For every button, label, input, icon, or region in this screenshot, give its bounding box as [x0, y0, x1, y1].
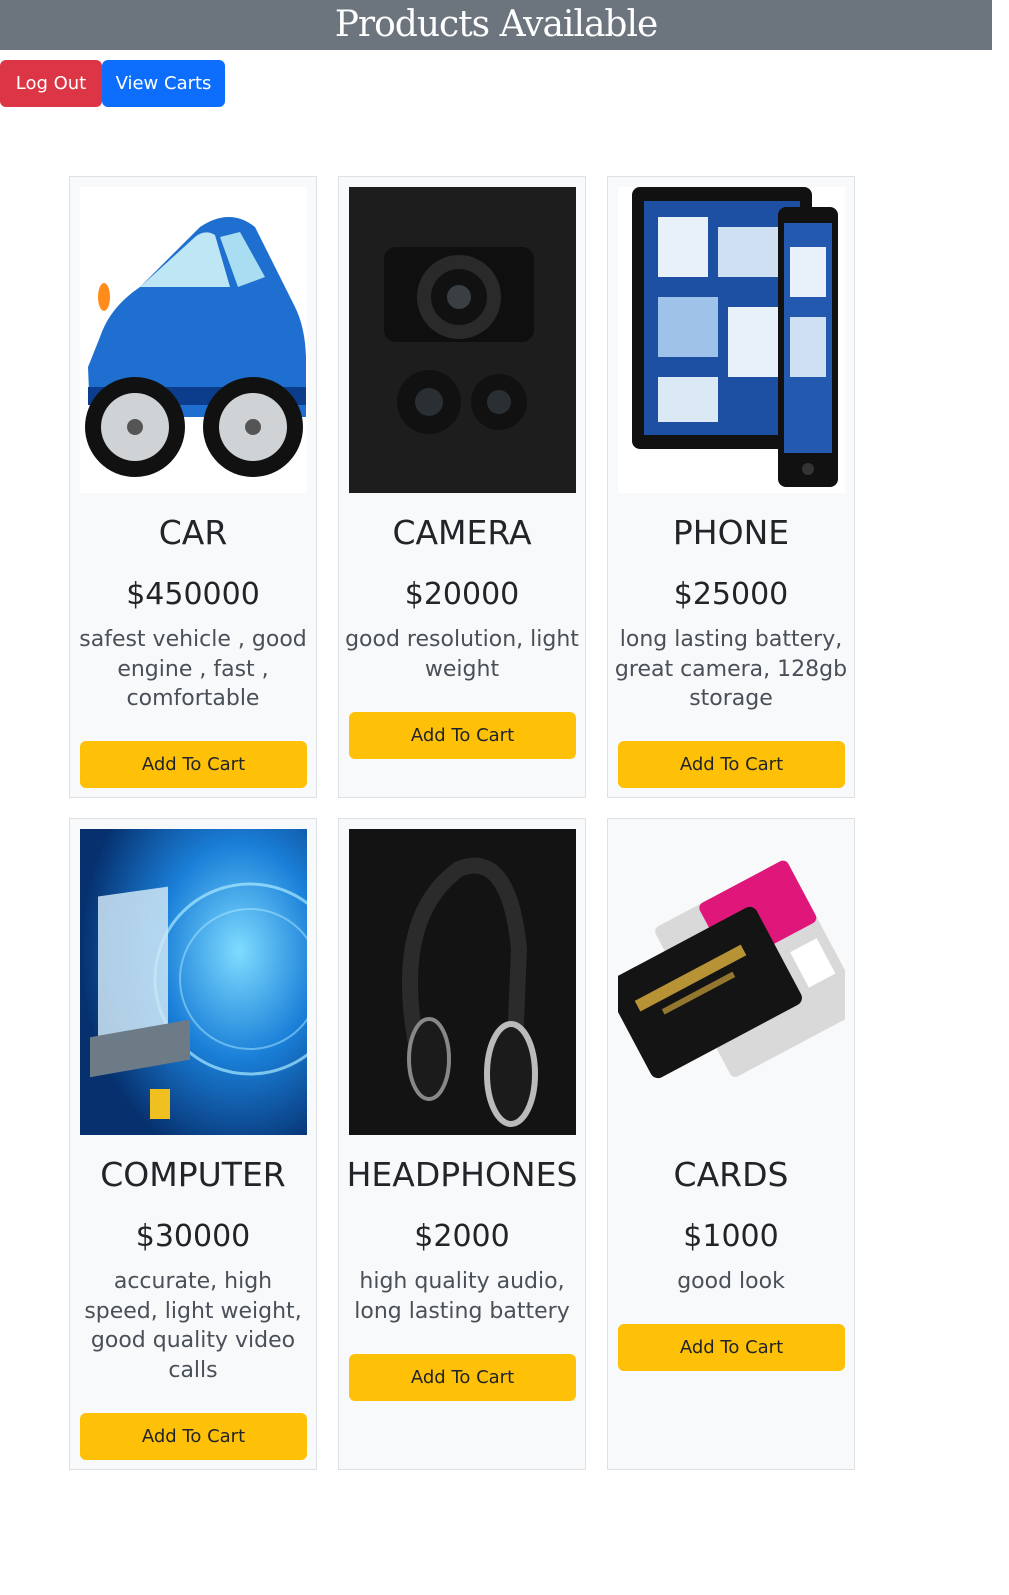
add-to-cart-button[interactable]: Add To Cart	[349, 712, 576, 759]
headphones-image	[349, 829, 576, 1135]
product-card-camera: CAMERA $20000 good resolution, light wei…	[338, 176, 586, 798]
add-to-cart-button[interactable]: Add To Cart	[618, 741, 845, 788]
add-to-cart-button[interactable]: Add To Cart	[80, 741, 307, 788]
product-description: accurate, high speed, light weight, good…	[84, 1269, 302, 1383]
product-card-cards: CARDS $1000 good look Add To Cart	[607, 818, 855, 1470]
product-price: $2000	[414, 1219, 510, 1254]
camera-image	[349, 187, 576, 493]
product-description: good resolution, light weight	[345, 627, 579, 682]
product-name: CAR	[158, 513, 228, 552]
product-description: long lasting battery, great camera, 128g…	[614, 627, 848, 711]
product-card-phone: PHONE $25000 long lasting battery, great…	[607, 176, 855, 798]
product-name: CAMERA	[392, 513, 532, 552]
product-price: $450000	[126, 577, 260, 612]
phone-image	[618, 187, 845, 493]
product-name: COMPUTER	[100, 1155, 286, 1194]
product-description: good look	[677, 1269, 785, 1294]
product-name: CARDS	[673, 1155, 789, 1194]
page-header: Products Available	[0, 0, 992, 50]
page-title: Products Available	[334, 4, 659, 45]
logout-button[interactable]: Log Out	[0, 60, 102, 107]
product-price: $1000	[683, 1219, 779, 1254]
car-image	[80, 187, 307, 493]
product-card-car: CAR $450000 safest vehicle , good engine…	[69, 176, 317, 798]
add-to-cart-button[interactable]: Add To Cart	[80, 1413, 307, 1460]
add-to-cart-button[interactable]: Add To Cart	[618, 1324, 845, 1371]
product-card-computer: COMPUTER $30000 accurate, high speed, li…	[69, 818, 317, 1470]
product-description: safest vehicle , good engine , fast , co…	[79, 627, 307, 711]
add-to-cart-button[interactable]: Add To Cart	[349, 1354, 576, 1401]
product-price: $20000	[404, 577, 520, 612]
cards-image	[618, 829, 845, 1135]
product-description: high quality audio, long lasting battery	[354, 1269, 570, 1324]
product-card-headphones: HEADPHONES $2000 high quality audio, lon…	[338, 818, 586, 1470]
product-name: HEADPHONES	[346, 1155, 578, 1194]
view-carts-button[interactable]: View Carts	[102, 60, 225, 107]
product-price: $25000	[673, 577, 789, 612]
product-name: PHONE	[672, 513, 790, 552]
computer-image	[80, 829, 307, 1135]
product-price: $30000	[135, 1219, 251, 1254]
